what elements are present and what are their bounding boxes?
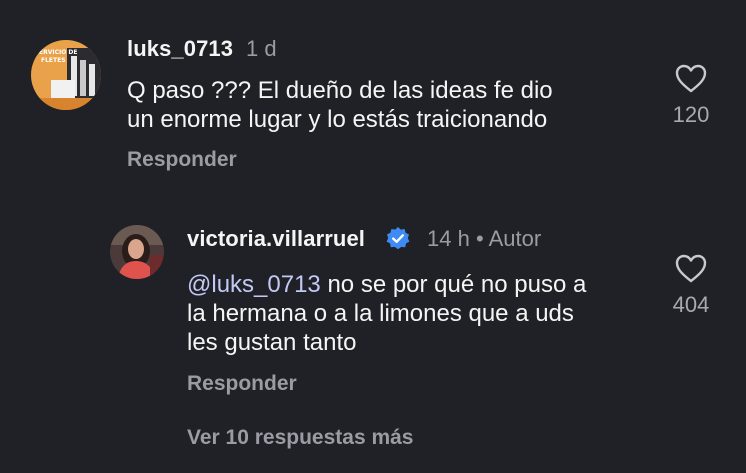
verified-badge-icon [386,227,410,250]
author-label: Autor [488,226,542,251]
avatar-logo-text: ERVICIO DE [39,49,78,56]
reply-text-line: les gustan tanto [187,329,357,356]
comment-timestamp: 1 d [246,36,277,61]
like-button[interactable]: 404 [661,254,721,318]
heart-icon[interactable] [675,254,707,284]
reply-text: @luks_0713 no se por qué no puso a la he… [187,270,586,357]
reply-meta: 14 h • Autor [427,226,541,252]
svg-text:FLETES: FLETES [41,57,66,64]
mention-link[interactable]: @luks_0713 [187,271,321,298]
comment-text-line: un enorme lugar y lo estás traicionando [127,106,548,133]
reply-button[interactable]: Responder [187,372,297,396]
separator-dot: • [475,226,484,251]
reply-text-line: la hermana o a la limones que a uds [187,300,574,327]
like-button[interactable]: 120 [661,64,721,128]
like-count: 120 [672,102,710,127]
avatar-luks[interactable]: ERVICIO DE FLETES [31,40,101,110]
reply-button[interactable]: Responder [127,148,237,172]
comment-username[interactable]: luks_0713 [127,36,233,62]
reply-timestamp: 14 h [427,226,470,251]
like-count: 404 [672,292,710,317]
heart-icon[interactable] [675,64,707,94]
reply-username[interactable]: victoria.villarruel [187,226,365,252]
reply-text-line: @luks_0713 no se por qué no puso a [187,271,587,298]
avatar-victoria[interactable] [110,225,164,279]
view-more-replies-button[interactable]: Ver 10 respuestas más [187,426,414,450]
comment-text-line: Q paso ??? El dueño de las ideas fe dio [127,77,553,104]
comment-text: Q paso ??? El dueño de las ideas fe dio … [127,76,553,134]
